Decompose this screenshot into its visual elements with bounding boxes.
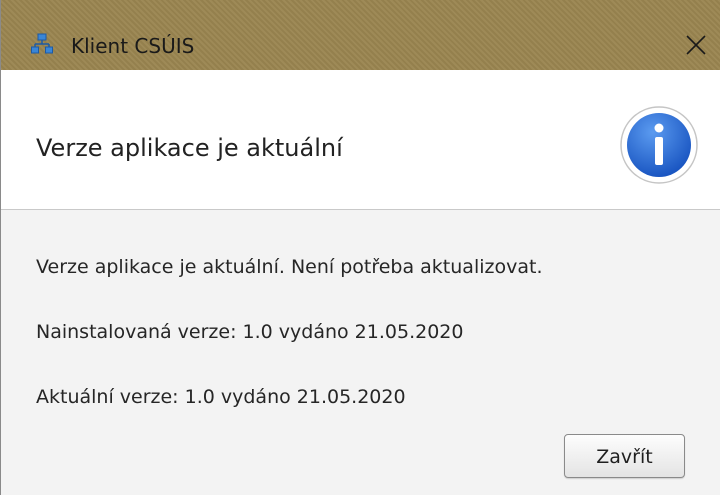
close-window-button[interactable]	[673, 25, 719, 65]
dialog-content: Verze aplikace je aktuální. Není potřeba…	[1, 210, 720, 495]
close-x-icon	[686, 35, 706, 55]
dialog-window: Klient CSÚIS Verze aplikace je aktuální	[0, 0, 720, 495]
window-title: Klient CSÚIS	[71, 34, 195, 58]
close-button[interactable]: Zavřít	[564, 434, 685, 478]
info-icon	[619, 105, 699, 185]
dialog-header: Verze aplikace je aktuální	[1, 70, 720, 210]
installed-version-text: Nainstalovaná verze: 1.0 vydáno 21.05.20…	[36, 321, 464, 343]
header-text: Verze aplikace je aktuální	[36, 134, 343, 162]
status-message: Verze aplikace je aktuální. Není potřeba…	[36, 256, 543, 278]
network-icon	[31, 33, 53, 55]
title-bar[interactable]: Klient CSÚIS	[1, 0, 720, 70]
current-version-text: Aktuální verze: 1.0 vydáno 21.05.2020	[36, 386, 406, 408]
